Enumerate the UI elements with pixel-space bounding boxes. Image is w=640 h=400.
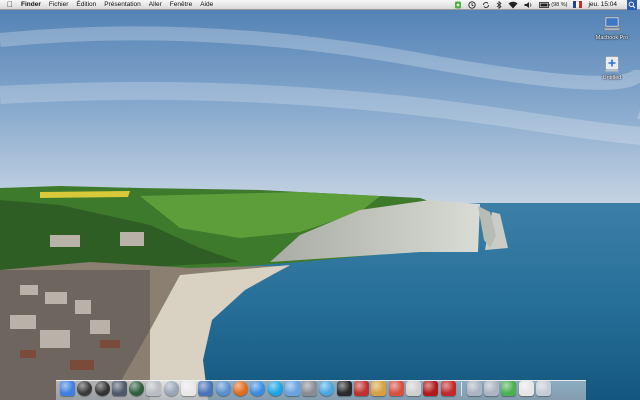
dock-time-machine-icon[interactable] — [129, 381, 145, 396]
dock-messenger-icon[interactable] — [250, 381, 266, 396]
dock-dashboard-icon[interactable] — [77, 381, 93, 396]
menu-fenetre[interactable]: Fenêtre — [170, 0, 192, 10]
menu-clock[interactable]: jeu. 15:04 — [588, 0, 617, 10]
menu-finder[interactable]: Finder — [21, 0, 41, 10]
volume-icon[interactable] — [524, 1, 533, 9]
dock-photo-booth-icon[interactable] — [354, 381, 370, 396]
menu-fichier[interactable]: Fichier — [49, 0, 69, 10]
bluetooth-icon[interactable] — [496, 0, 502, 9]
menu-presentation[interactable]: Présentation — [104, 0, 141, 10]
dock-document-stack-icon[interactable] — [518, 381, 534, 396]
dock-acrobat-icon[interactable] — [423, 381, 439, 396]
dock-skype-icon[interactable] — [267, 381, 283, 396]
wifi-icon[interactable] — [508, 1, 518, 9]
dock-safari-compass-icon[interactable] — [94, 381, 110, 396]
laptop-hd-icon — [603, 16, 621, 31]
dock-trash-icon[interactable] — [536, 381, 552, 396]
dock-preview-icon[interactable] — [146, 381, 162, 396]
dock-downloads-folder-icon[interactable] — [501, 381, 517, 396]
dock-expose-icon[interactable] — [111, 381, 127, 396]
dock-app-store-icon[interactable] — [163, 381, 179, 396]
dock-documents-folder-icon[interactable] — [484, 381, 500, 396]
dock-terminal-icon[interactable] — [336, 381, 352, 396]
sync-icon[interactable] — [482, 1, 490, 9]
dock-ical-icon[interactable] — [388, 381, 404, 396]
dock-sync-icon[interactable] — [319, 381, 335, 396]
menu-aide[interactable]: Aide — [200, 0, 213, 10]
dock-applications-folder-icon[interactable] — [466, 381, 482, 396]
menu-bar:  Finder Fichier Édition Présentation Al… — [0, 0, 640, 10]
dock-safari-icon[interactable] — [215, 381, 231, 396]
menu-aller[interactable]: Aller — [149, 0, 162, 10]
desktop-icon-label: Macbook Pro — [595, 35, 629, 41]
dock-firefox-icon[interactable] — [232, 381, 248, 396]
flag-icon[interactable] — [573, 1, 583, 8]
spotlight-search-icon[interactable] — [627, 0, 637, 10]
dock-separator — [460, 382, 462, 396]
menu-edition[interactable]: Édition — [76, 0, 96, 10]
dock-transmission-icon[interactable] — [440, 381, 456, 396]
dock-finder-icon[interactable] — [60, 381, 75, 396]
dock-chat-icon[interactable] — [284, 381, 300, 396]
battery-icon — [539, 1, 550, 8]
dock-garageband-icon[interactable] — [371, 381, 387, 396]
evernote-icon[interactable] — [454, 1, 462, 9]
disk-image-icon — [605, 56, 619, 72]
time-machine-icon[interactable] — [468, 0, 476, 9]
desktop-icon-label: Untitled — [602, 75, 622, 81]
dock — [60, 376, 553, 396]
dock-itunes-icon[interactable] — [181, 381, 197, 396]
battery-percentage: (98 %) — [551, 1, 568, 8]
status-area: (98 %) jeu. 15:04 — [448, 0, 640, 10]
dock-textedit-icon[interactable] — [405, 381, 421, 396]
dock-system-preferences-icon[interactable] — [302, 381, 318, 396]
dock-iphoto-icon[interactable] — [198, 381, 214, 396]
apple-logo-icon[interactable]:  — [5, 0, 15, 10]
desktop-icon-untitled[interactable]: Untitled — [588, 55, 636, 81]
desktop-icon-macbook-pro[interactable]: Macbook Pro — [588, 15, 636, 41]
battery-status[interactable]: (98 %) — [539, 0, 567, 10]
desktop-wallpaper — [0, 0, 640, 400]
